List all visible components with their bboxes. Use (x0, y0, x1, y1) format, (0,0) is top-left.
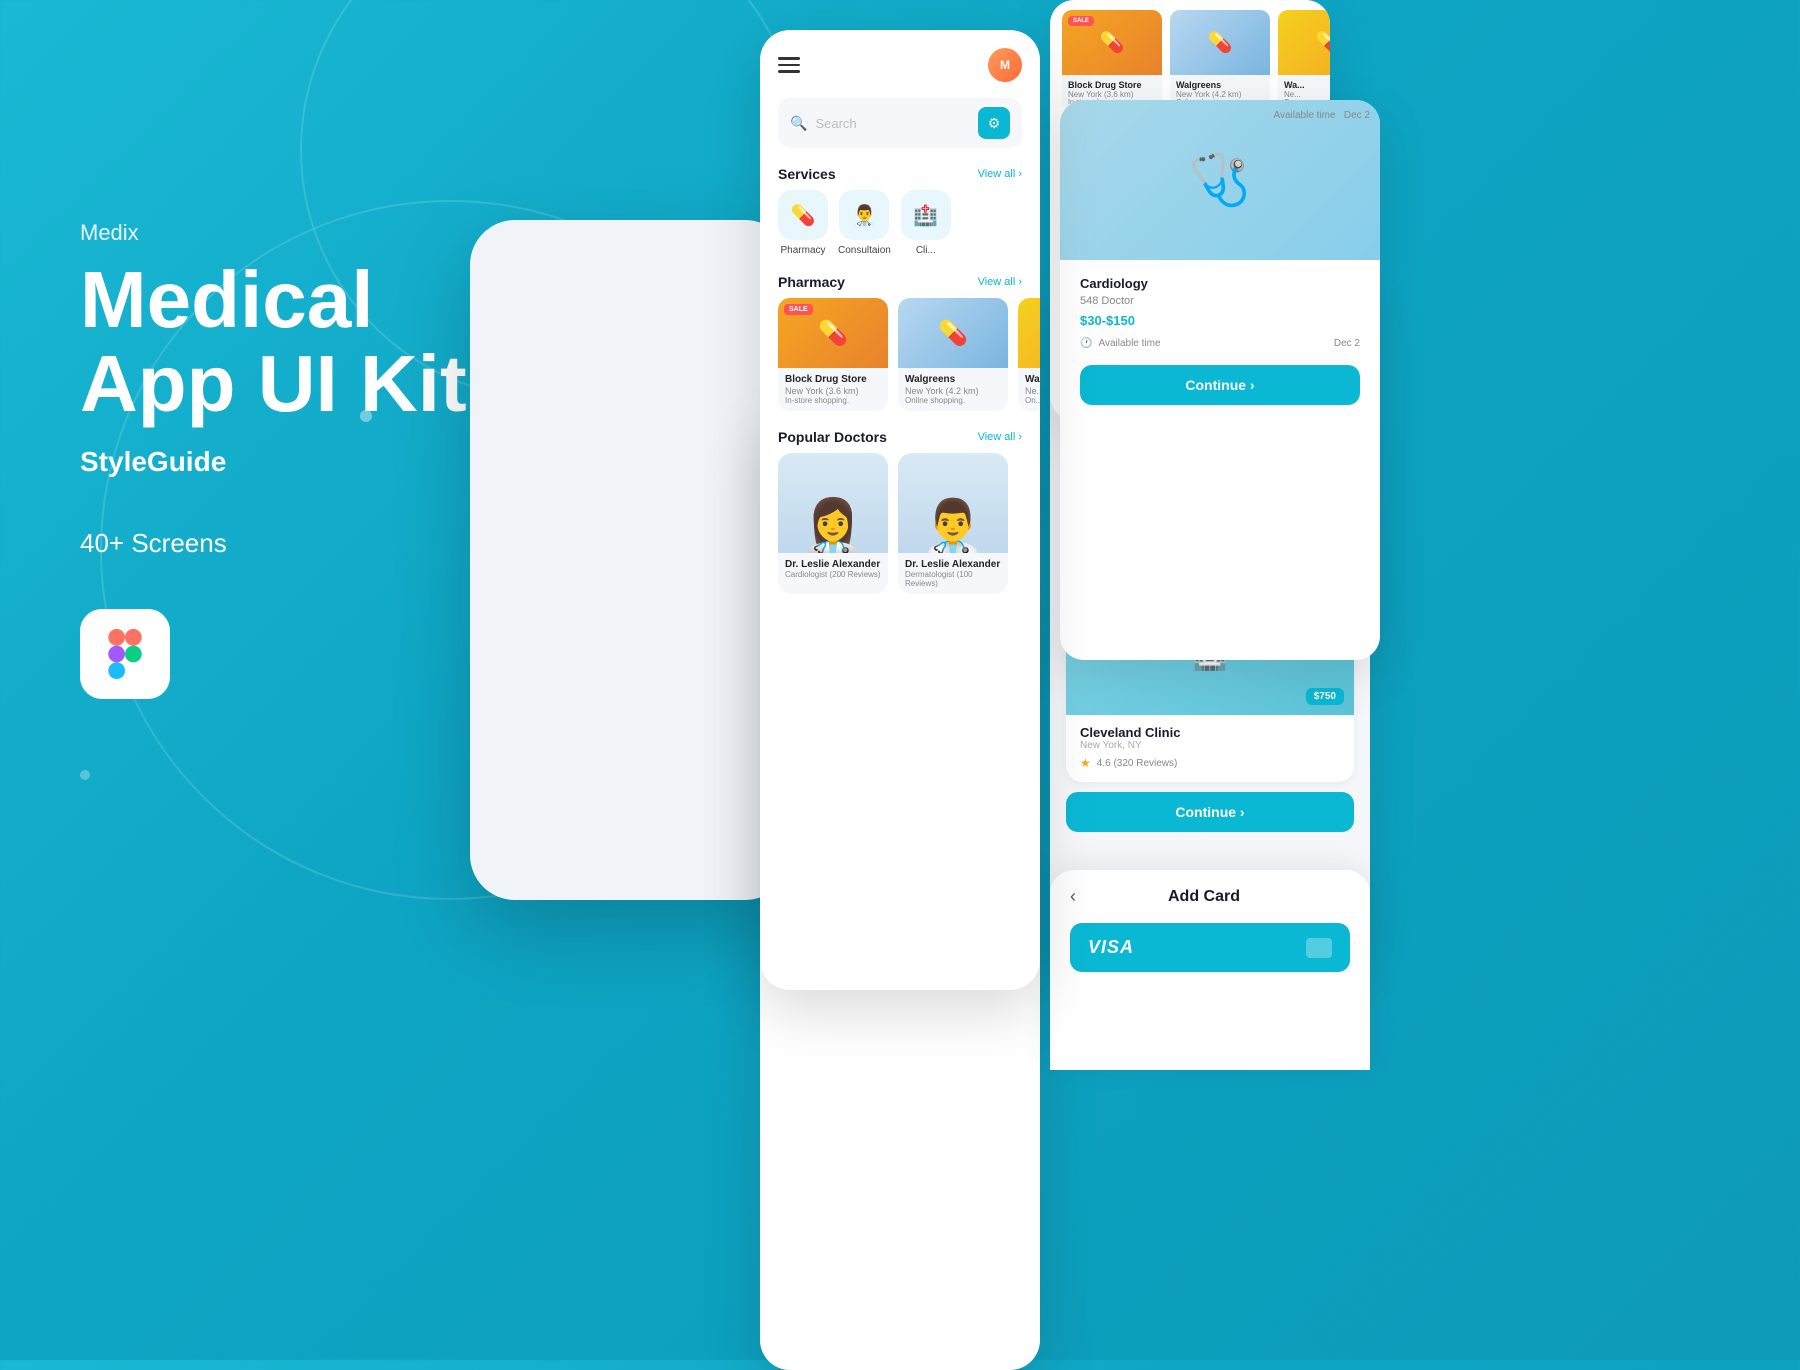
main-title: MedicalApp UI Kit (80, 258, 467, 426)
cardiology-category: Cardiology (1080, 276, 1360, 291)
pharmacy-name-3: Wa... (1025, 374, 1040, 385)
hospital-loc-2: New York, NY (1080, 740, 1340, 751)
doctor-info-1: Dr. Leslie Alexander Cardiologist (200 R… (778, 553, 888, 585)
cardiology-doctors: 548 Doctor (1080, 295, 1360, 307)
consultation-label: Consultaion (838, 245, 891, 256)
doctor-img-2: 👨‍⚕️ (898, 453, 1008, 553)
right-panel-add-card: ‹ Add Card VISA (1050, 870, 1370, 1070)
cardiology-img: 🩺 Available time Dec 2 (1060, 100, 1380, 260)
pharmacy-img-3: 💊 (1018, 298, 1040, 368)
pharmacy-section-header: Pharmacy View all › (760, 268, 1040, 298)
figma-icon (99, 628, 151, 680)
doctors-title: Popular Doctors (778, 429, 887, 445)
search-icon: 🔍 (790, 115, 807, 132)
service-item-consultation[interactable]: 👨‍⚕️ Consultaion (838, 190, 891, 256)
service-item-clinic[interactable]: 🏥 Cli... (901, 190, 951, 256)
visa-chip (1306, 938, 1332, 958)
service-item-pharmacy[interactable]: 💊 Pharmacy (778, 190, 828, 256)
hospital-info-2: Cleveland Clinic New York, NY ★ 4.6 (320… (1066, 715, 1354, 782)
doctor-name-1: Dr. Leslie Alexander (785, 559, 881, 570)
style-guide: StyleGuide (80, 446, 467, 478)
consultation-icon-wrap: 👨‍⚕️ (839, 190, 889, 240)
rating-text-2: 4.6 (320 Reviews) (1097, 758, 1178, 769)
doctors-section-header: Popular Doctors View all › (760, 423, 1040, 453)
doctor-info-2: Dr. Leslie Alexander Dermatologist (100 … (898, 553, 1008, 594)
filter-button[interactable]: ⚙ (978, 107, 1010, 139)
add-card-header: ‹ Add Card (1050, 870, 1370, 923)
services-section-header: Services View all › (760, 160, 1040, 190)
cardiology-price: $30-$150 (1080, 313, 1360, 328)
right-panel-cardiology: 🩺 Available time Dec 2 Cardiology 548 Do… (1060, 100, 1380, 660)
pharmacy-img-2: 💊 (898, 298, 1008, 368)
doctors-row: 👩‍⚕️ Dr. Leslie Alexander Cardiologist (… (760, 453, 1040, 606)
hospital-name-2: Cleveland Clinic (1080, 725, 1340, 740)
hospital-continue-button[interactable]: Continue › (1066, 792, 1354, 832)
search-placeholder: Search (815, 116, 970, 131)
clock-icon: 🕐 (1080, 338, 1092, 349)
deco-dot-2 (80, 770, 90, 780)
pharmacy-info-1: Block Drug Store New York (3.6 km) In-st… (778, 368, 888, 411)
pharmacy-title: Pharmacy (778, 274, 845, 290)
pharmacy-card-3[interactable]: 💊 Wa... Ne... On... (1018, 298, 1040, 411)
doctor-img-1: 👩‍⚕️ (778, 453, 888, 553)
rp1-card-1[interactable]: 💊 SALE Block Drug Store New York (3.6 km… (1062, 10, 1162, 111)
rp1-card-3[interactable]: 💊 Wa... Ne... On... (1278, 10, 1330, 111)
doctor-card-2[interactable]: 👨‍⚕️ Dr. Leslie Alexander Dermatologist … (898, 453, 1008, 594)
clinic-icon-wrap: 🏥 (901, 190, 951, 240)
avatar[interactable]: M (988, 48, 1022, 82)
price-tag-2: $750 (1306, 688, 1344, 705)
doctor-spec-1: Cardiologist (200 Reviews) (785, 570, 881, 579)
doctor-name-2: Dr. Leslie Alexander (905, 559, 1001, 570)
doctor-spec-2: Dermatologist (100 Reviews) (905, 570, 1001, 588)
app-header: M (760, 30, 1040, 92)
pharmacy-type-3: On... (1025, 396, 1040, 405)
hamburger-menu[interactable] (778, 57, 800, 73)
pharmacy-loc-3: Ne... (1025, 386, 1040, 396)
clinic-label: Cli... (916, 245, 936, 256)
cardiology-body: Cardiology 548 Doctor $30-$150 🕐 Availab… (1060, 260, 1380, 421)
pharmacy-icon-wrap: 💊 (778, 190, 828, 240)
visa-card-bar: VISA (1070, 923, 1350, 972)
pharmacy-name-1: Block Drug Store (785, 374, 881, 385)
services-title: Services (778, 166, 836, 182)
sale-badge-1: SALE (784, 304, 813, 315)
cardiology-continue-button[interactable]: Continue › (1080, 365, 1360, 405)
visa-label: VISA (1088, 937, 1134, 958)
search-bar[interactable]: 🔍 Search ⚙ (778, 98, 1022, 148)
pharmacy-card-2[interactable]: 💊 Walgreens New York (4.2 km) Online sho… (898, 298, 1008, 411)
star-icon-2: ★ (1080, 756, 1091, 770)
pharmacy-loc-2: New York (4.2 km) (905, 386, 1001, 396)
main-app-screen: M 🔍 Search ⚙ Services View all › 💊 Pharm… (760, 30, 1040, 990)
pharmacy-info-3: Wa... Ne... On... (1018, 368, 1040, 411)
available-time-top: Available time Dec 2 (1273, 110, 1370, 121)
rp1-card-2[interactable]: 💊 Walgreens New York (4.2 km) Online sho… (1170, 10, 1270, 111)
doctor-card-1[interactable]: 👩‍⚕️ Dr. Leslie Alexander Cardiologist (… (778, 453, 888, 594)
available-time: 🕐 Available time Dec 2 (1080, 338, 1360, 349)
services-view-all[interactable]: View all › (978, 168, 1022, 180)
pharmacy-name-2: Walgreens (905, 374, 1001, 385)
add-card-back[interactable]: ‹ (1070, 886, 1076, 907)
add-card-title: Add Card (1168, 888, 1240, 906)
services-row: 💊 Pharmacy 👨‍⚕️ Consultaion 🏥 Cli... (760, 190, 1040, 268)
pharmacy-card-1[interactable]: 💊 SALE Block Drug Store New York (3.6 km… (778, 298, 888, 411)
doctors-view-all[interactable]: View all › (978, 431, 1022, 443)
hospital-rating-2: ★ 4.6 (320 Reviews) (1080, 756, 1340, 770)
phone-frame-background (470, 220, 790, 900)
pharmacy-view-all[interactable]: View all › (978, 276, 1022, 288)
screens-count: 40+ Screens (80, 528, 467, 559)
pharmacy-loc-1: New York (3.6 km) (785, 386, 881, 396)
pharmacy-type-2: Online shopping. (905, 396, 1001, 405)
pharmacy-type-1: In-store shopping. (785, 396, 881, 405)
left-section: Medix MedicalApp UI Kit StyleGuide 40+ S… (80, 220, 467, 699)
figma-icon-wrapper (80, 609, 170, 699)
pharmacy-row: 💊 SALE Block Drug Store New York (3.6 km… (760, 298, 1040, 423)
pharmacy-label: Pharmacy (780, 245, 825, 256)
pharmacy-info-2: Walgreens New York (4.2 km) Online shopp… (898, 368, 1008, 411)
brand-name: Medix (80, 220, 467, 246)
